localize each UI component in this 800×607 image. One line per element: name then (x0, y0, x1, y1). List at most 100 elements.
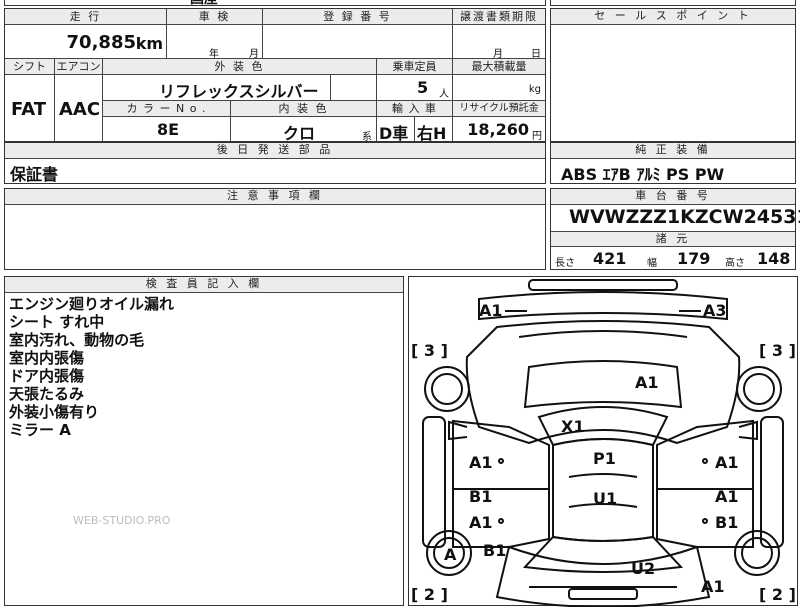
mark-bracket-left-bottom: [ 2 ] (411, 585, 448, 604)
shift-cell: FAT (5, 75, 55, 143)
caution-box: 注 意 事 項 欄 (4, 188, 546, 270)
watermark: WEB-STUDIO.PRO (73, 514, 171, 527)
mark-a1-right-quarter: A1 (701, 577, 725, 596)
equipment-title: 純 正 装 備 (551, 143, 795, 159)
caution-title: 注 意 事 項 欄 (5, 189, 545, 205)
aircon-value: AAC (59, 99, 101, 120)
mileage-label: 走 行 (5, 9, 167, 25)
post-delivery-value: 保証書 (10, 165, 59, 184)
capacity-cell: 5 人 (377, 75, 453, 101)
top-strip: 国産 (4, 0, 546, 8)
inspector-title: 検 査 員 記 入 欄 (5, 277, 403, 293)
mark-b1-right-rear-door: B1 (715, 513, 739, 532)
equipment-box: 純 正 装 備 ABS ｴｱB ｱﾙﾐ PS PW (550, 142, 796, 184)
sales-point-box: セ ー ル ス ポ イ ン ト (550, 8, 796, 142)
mark-b1-left-quarter: B1 (483, 541, 507, 560)
height-value: 148 (757, 249, 791, 268)
transfer-day-unit: 日 (531, 49, 541, 60)
transfer-month-unit: 月 (493, 49, 503, 60)
mileage-cell: 70,885 km (5, 25, 167, 59)
recycle-cell: 18,260 円 (453, 117, 545, 143)
interior-color-label: 内 装 色 (231, 101, 377, 117)
inspection-year-unit: 年 (209, 49, 219, 60)
note-line: シート すれ中 (9, 313, 105, 331)
capacity-value: 5 (417, 78, 429, 97)
interior-color-suffix: 系 (362, 132, 372, 143)
car-outline-diagram (422, 279, 784, 607)
recycle-label: リサイクル預託金 (453, 101, 545, 117)
mark-a1-left-front-door: A1 (469, 453, 493, 472)
mark-bracket-left-top: [ 3 ] (411, 341, 448, 360)
width-value: 179 (677, 249, 711, 268)
length-label: 長さ (555, 258, 575, 269)
exterior-color-label: 外 装 色 (103, 59, 377, 75)
mark-a-rear-left-wheel: A (444, 545, 457, 564)
note-line: 天張たるみ (9, 385, 85, 403)
mark-p1-roof: P1 (593, 449, 616, 468)
note-line: 外装小傷有り (9, 403, 100, 421)
top-strip-right (550, 0, 796, 6)
mark-a1-right-front-door: A1 (715, 453, 739, 472)
mark-bracket-right-top: [ 3 ] (759, 341, 796, 360)
import-value-1: D車 (379, 124, 409, 143)
post-delivery-title: 後 日 発 送 部 品 (5, 143, 545, 159)
width-label: 幅 (647, 258, 657, 269)
shift-value: FAT (11, 99, 47, 120)
inspector-box: 検 査 員 記 入 欄 エンジン廻りオイル漏れ シート すれ中 室内汚れ、動物の… (4, 276, 404, 606)
aircon-cell: AAC (55, 75, 103, 143)
capacity-label: 乗車定員 (377, 59, 453, 75)
aircon-label: エアコン (55, 59, 103, 75)
mark-a1-hood: A1 (635, 373, 659, 392)
recycle-unit: 円 (532, 131, 542, 142)
note-line: ミラー A (9, 421, 71, 439)
shift-label: シフト (5, 59, 55, 75)
chassis-title: 車 台 番 号 (551, 189, 795, 205)
specs-grid: 走 行 車 検 登 録 番 号 譲渡書類期限 70,885 km 年 月 月 日… (4, 8, 546, 143)
length-value: 421 (593, 249, 627, 268)
note-line: 室内内張傷 (9, 349, 85, 367)
mileage-value: 70,885 (66, 32, 136, 53)
top-partial-text: 国産 (190, 0, 218, 8)
color-no-cell: 8E (103, 117, 231, 143)
mark-u2-trunk: U2 (631, 559, 656, 578)
exterior-color-cell: リフレックスシルバー (103, 75, 331, 101)
color-no-value: 8E (157, 120, 180, 139)
transfer-deadline-cell: 月 日 (453, 25, 545, 60)
height-label: 高さ (725, 258, 745, 269)
exterior-color-extra-cell (331, 75, 377, 101)
exterior-color-value: リフレックスシルバー (159, 82, 319, 101)
mark-x1-windshield: X1 (561, 417, 585, 436)
note-line: エンジン廻りオイル漏れ (9, 295, 175, 313)
note-line: 室内汚れ、動物の毛 (9, 331, 145, 349)
interior-color-cell: クロ 系 (231, 117, 377, 143)
import-label: 輸 入 車 (377, 101, 453, 117)
chassis-box: 車 台 番 号 WVWZZZ1KZCW245311 諸 元 長さ 421 幅 1… (550, 188, 800, 270)
inspection-cell: 年 月 (167, 25, 263, 60)
inspection-label: 車 検 (167, 9, 263, 25)
import-cell-2: 右H (415, 117, 453, 143)
max-load-cell: kg (453, 75, 545, 101)
interior-color-value: クロ (283, 124, 316, 143)
chassis-value: WVWZZZ1KZCW245311 (569, 206, 800, 228)
mark-a1-front-left: A1 (479, 301, 503, 320)
mark-a3-front-right: A3 (703, 301, 727, 320)
mark-a1-right-rear-door: A1 (715, 487, 739, 506)
registration-label: 登 録 番 号 (263, 9, 453, 25)
sales-point-title: セ ー ル ス ポ イ ン ト (551, 9, 795, 25)
inspection-month-unit: 月 (249, 49, 259, 60)
max-load-unit: kg (528, 84, 541, 95)
mark-b1-left-rear-door: B1 (469, 487, 493, 506)
inspector-notes: エンジン廻りオイル漏れ シート すれ中 室内汚れ、動物の毛 室内内張傷 ドア内張… (9, 295, 174, 439)
max-load-label: 最大積載量 (453, 59, 545, 75)
mileage-unit: km (135, 34, 163, 53)
mark-a1-left-rear-door: A1 (469, 513, 493, 532)
import-value-2: 右H (417, 124, 447, 143)
dimensions-title: 諸 元 (551, 231, 795, 247)
registration-cell (263, 25, 453, 59)
post-delivery-box: 後 日 発 送 部 品 保証書 (4, 142, 546, 184)
import-cell-1: D車 (377, 117, 415, 143)
dimensions-row: 長さ 421 幅 179 高さ 148 (551, 247, 795, 269)
mark-bracket-right-bottom: [ 2 ] (759, 585, 796, 604)
equipment-value: ABS ｴｱB ｱﾙﾐ PS PW (561, 165, 725, 184)
note-line: ドア内張傷 (9, 367, 85, 385)
